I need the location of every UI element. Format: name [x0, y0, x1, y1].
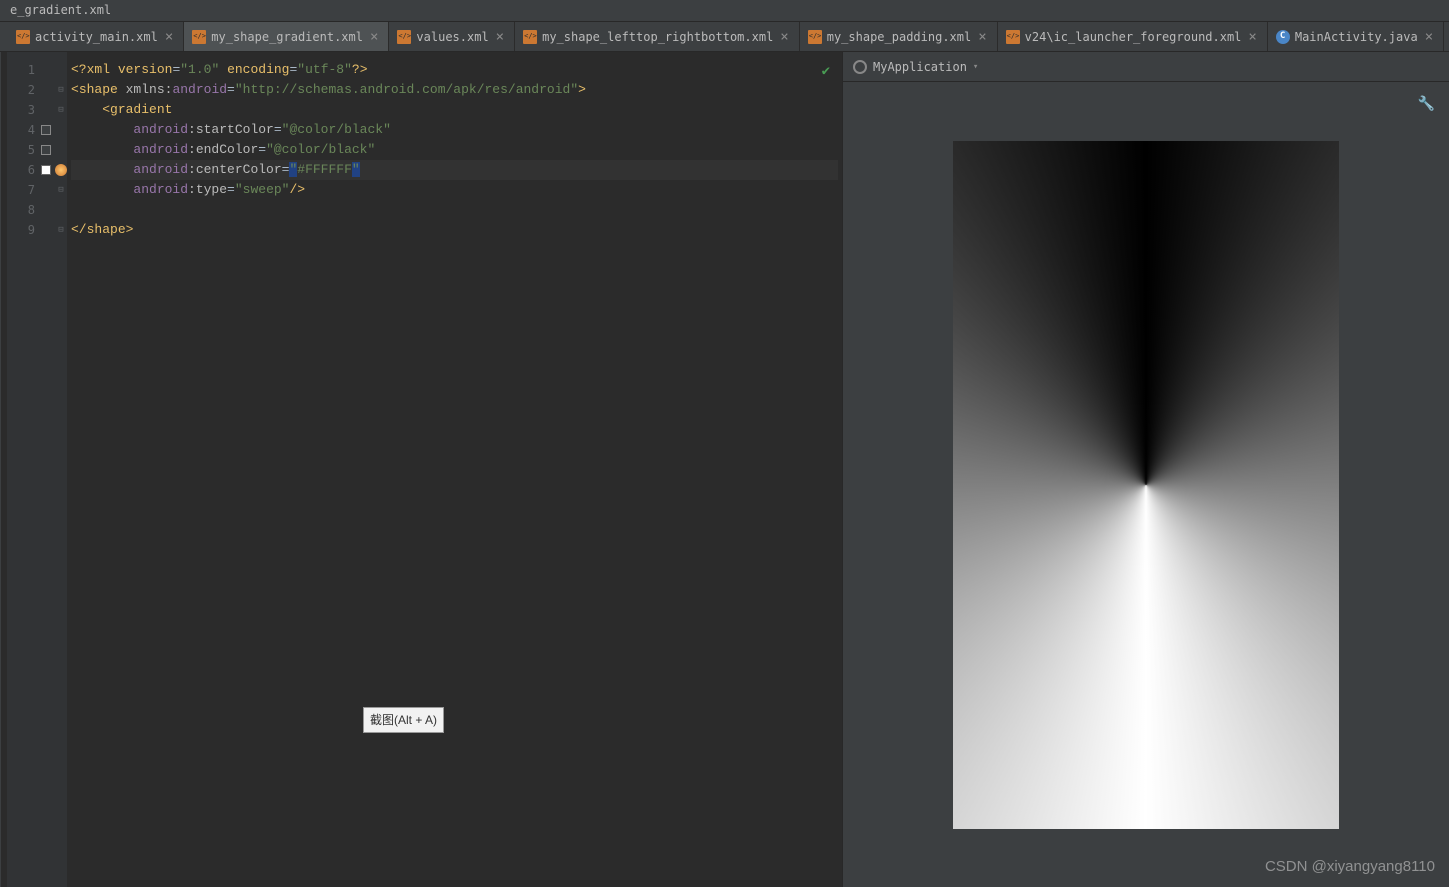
- tab-ic-launcher-fg[interactable]: v24\ic_launcher_foreground.xml ×: [998, 22, 1268, 51]
- editor-tabs-bar: activity_main.xml × my_shape_gradient.xm…: [0, 22, 1449, 52]
- tab-my-shape-padding[interactable]: my_shape_padding.xml ×: [800, 22, 998, 51]
- chevron-down-icon[interactable]: ▾: [973, 62, 978, 72]
- close-icon[interactable]: ×: [368, 30, 380, 44]
- analysis-ok-icon[interactable]: ✔: [822, 62, 830, 82]
- fold-toggle-icon[interactable]: ⊟: [55, 220, 67, 240]
- gutter-line: 5: [7, 140, 55, 160]
- close-icon[interactable]: ×: [1423, 30, 1435, 44]
- tab-my-shape-lefttop[interactable]: my_shape_lefttop_rightbottom.xml ×: [515, 22, 800, 51]
- java-class-icon: [1276, 30, 1290, 44]
- code-line: </shape>: [71, 220, 838, 240]
- xml-file-icon: [1006, 30, 1020, 44]
- tab-label: v24\ic_launcher_foreground.xml: [1025, 30, 1242, 44]
- color-swatch-icon[interactable]: [41, 145, 51, 155]
- xml-file-icon: [808, 30, 822, 44]
- gutter-line: 6: [7, 160, 55, 180]
- fold-column: ⊟ ⊟ ⊟ ⊟: [55, 52, 67, 887]
- line-number-gutter: 1 2 3 4 5 6 7 8 9: [7, 52, 55, 887]
- close-icon[interactable]: ×: [1246, 30, 1258, 44]
- device-preview: [953, 141, 1339, 829]
- code-line: android:endColor="@color/black": [71, 140, 838, 160]
- code-line: <?xml version="1.0" encoding="utf-8"?>: [71, 60, 838, 80]
- tab-label: values.xml: [416, 30, 488, 44]
- breadcrumb-text: e_gradient.xml: [10, 3, 111, 17]
- xml-file-icon: [16, 30, 30, 44]
- gutter-line: 2: [7, 80, 55, 100]
- close-icon[interactable]: ×: [778, 30, 790, 44]
- fold-toggle-icon[interactable]: ⊟: [55, 180, 67, 200]
- fold-toggle-icon[interactable]: ⊟: [55, 100, 67, 120]
- tab-values[interactable]: values.xml ×: [389, 22, 515, 51]
- gutter-line: 8: [7, 200, 55, 220]
- close-icon[interactable]: ×: [494, 30, 506, 44]
- preview-canvas[interactable]: 🔧: [843, 82, 1449, 887]
- preview-toolbar: MyApplication ▾: [843, 52, 1449, 82]
- screenshot-tooltip: 截图(Alt + A): [363, 707, 444, 733]
- xml-file-icon: [192, 30, 206, 44]
- target-icon[interactable]: [853, 60, 867, 74]
- tab-label: my_shape_padding.xml: [827, 30, 972, 44]
- color-swatch-icon[interactable]: [41, 165, 51, 175]
- source-code-area[interactable]: ✔ <?xml version="1.0" encoding="utf-8"?>…: [67, 52, 842, 887]
- color-swatch-icon[interactable]: [41, 125, 51, 135]
- code-line: android:startColor="@color/black": [71, 120, 838, 140]
- breadcrumb-bar: e_gradient.xml: [0, 0, 1449, 22]
- gutter-line: 1: [7, 60, 55, 80]
- side-stripe: [0, 52, 7, 887]
- code-line: [71, 200, 838, 220]
- main-area: 1 2 3 4 5 6 7 8 9 ⊟ ⊟ ⊟ ⊟ ✔ <?xml versio…: [0, 52, 1449, 887]
- code-line: android:type="sweep"/>: [71, 180, 838, 200]
- xml-file-icon: [523, 30, 537, 44]
- close-icon[interactable]: ×: [976, 30, 988, 44]
- gutter-line: 3: [7, 100, 55, 120]
- xml-file-icon: [397, 30, 411, 44]
- preview-app-name[interactable]: MyApplication: [873, 60, 967, 74]
- layout-preview-pane: MyApplication ▾ 🔧: [842, 52, 1449, 887]
- gutter-line: 7: [7, 180, 55, 200]
- tab-label: MainActivity.java: [1295, 30, 1418, 44]
- tab-activity-main[interactable]: activity_main.xml ×: [8, 22, 184, 51]
- tab-my-shape-gradient[interactable]: my_shape_gradient.xml ×: [184, 22, 389, 51]
- tab-main-activity[interactable]: MainActivity.java ×: [1268, 22, 1444, 51]
- wrench-icon[interactable]: 🔧: [1418, 96, 1435, 112]
- tab-label: my_shape_lefttop_rightbottom.xml: [542, 30, 773, 44]
- code-line-current: android:centerColor="#FFFFFF": [71, 160, 838, 180]
- intention-bulb-icon[interactable]: [55, 164, 67, 176]
- gutter-line: 9: [7, 220, 55, 240]
- code-line: <shape xmlns:android="http://schemas.and…: [71, 80, 838, 100]
- gutter-line: 4: [7, 120, 55, 140]
- close-icon[interactable]: ×: [163, 30, 175, 44]
- code-editor-pane: 1 2 3 4 5 6 7 8 9 ⊟ ⊟ ⊟ ⊟ ✔ <?xml versio…: [7, 52, 842, 887]
- fold-toggle-icon[interactable]: ⊟: [55, 80, 67, 100]
- tab-label: my_shape_gradient.xml: [211, 30, 363, 44]
- tab-label: activity_main.xml: [35, 30, 158, 44]
- code-line: <gradient: [71, 100, 838, 120]
- watermark-text: CSDN @xiyangyang8110: [1265, 858, 1435, 875]
